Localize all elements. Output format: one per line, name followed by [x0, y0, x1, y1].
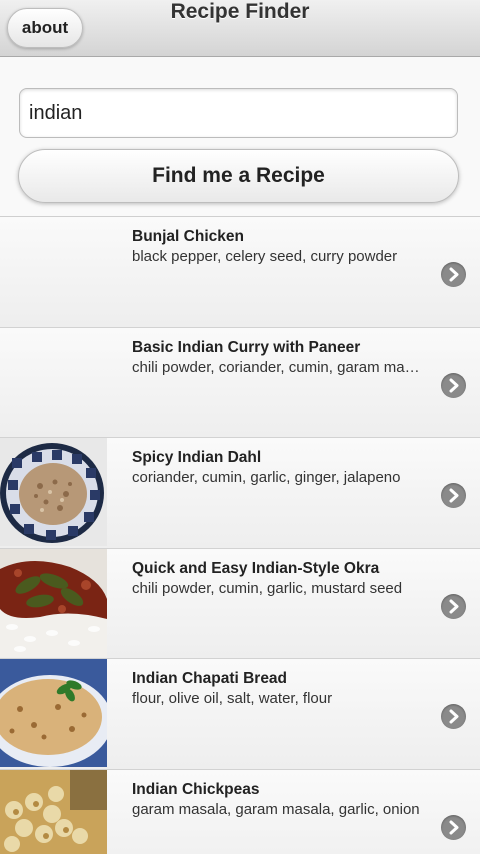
- search-input[interactable]: indian: [19, 88, 458, 138]
- list-item[interactable]: Bunjal Chicken black pepper, celery seed…: [0, 217, 480, 328]
- recipe-ingredients: garam masala, garam masala, garlic, onio…: [132, 800, 420, 818]
- list-item[interactable]: Indian Chickpeas garam masala, garam mas…: [0, 769, 480, 854]
- recipe-ingredients: chili powder, coriander, cumin, garam ma…: [132, 358, 424, 376]
- recipe-thumbnail: [0, 659, 107, 767]
- about-button[interactable]: about: [7, 8, 83, 48]
- recipe-name: Spicy Indian Dahl: [132, 449, 262, 466]
- chevron-right-icon[interactable]: [441, 704, 466, 729]
- recipe-ingredients: flour, olive oil, salt, water, flour: [132, 690, 333, 707]
- list-item[interactable]: Quick and Easy Indian-Style Okra chili p…: [0, 548, 480, 659]
- recipe-ingredients: black pepper, celery seed, curry powder: [132, 248, 398, 265]
- chevron-right-icon[interactable]: [441, 814, 466, 840]
- list-item[interactable]: Indian Chapati Bread flour, olive oil, s…: [0, 659, 480, 770]
- header-bar: about Recipe Finder: [0, 0, 480, 57]
- find-recipe-button[interactable]: Find me a Recipe: [18, 149, 459, 203]
- chevron-right-icon[interactable]: [441, 483, 466, 508]
- recipe-thumbnail: [0, 548, 107, 657]
- recipe-thumbnail: [0, 438, 107, 546]
- chevron-right-icon[interactable]: [441, 372, 466, 398]
- recipe-ingredients: coriander, cumin, garlic, ginger, jalape…: [132, 469, 401, 486]
- recipe-name: Quick and Easy Indian-Style Okra: [132, 559, 380, 577]
- list-item[interactable]: Spicy Indian Dahl coriander, cumin, garl…: [0, 438, 480, 549]
- recipe-ingredients: chili powder, cumin, garlic, mustard see…: [132, 579, 403, 597]
- chevron-right-icon[interactable]: [441, 262, 466, 287]
- list-item[interactable]: Basic Indian Curry with Paneer chili pow…: [0, 327, 480, 438]
- search-section: indian Find me a Recipe: [0, 58, 480, 216]
- recipe-name: Bunjal Chicken: [132, 228, 244, 245]
- recipe-name: Basic Indian Curry with Paneer: [132, 338, 361, 356]
- recipe-name: Indian Chapati Bread: [132, 670, 288, 687]
- recipe-list: Bunjal Chicken black pepper, celery seed…: [0, 216, 480, 854]
- recipe-name: Indian Chickpeas: [132, 780, 260, 798]
- chevron-right-icon[interactable]: [441, 593, 466, 619]
- recipe-thumbnail: [0, 769, 107, 854]
